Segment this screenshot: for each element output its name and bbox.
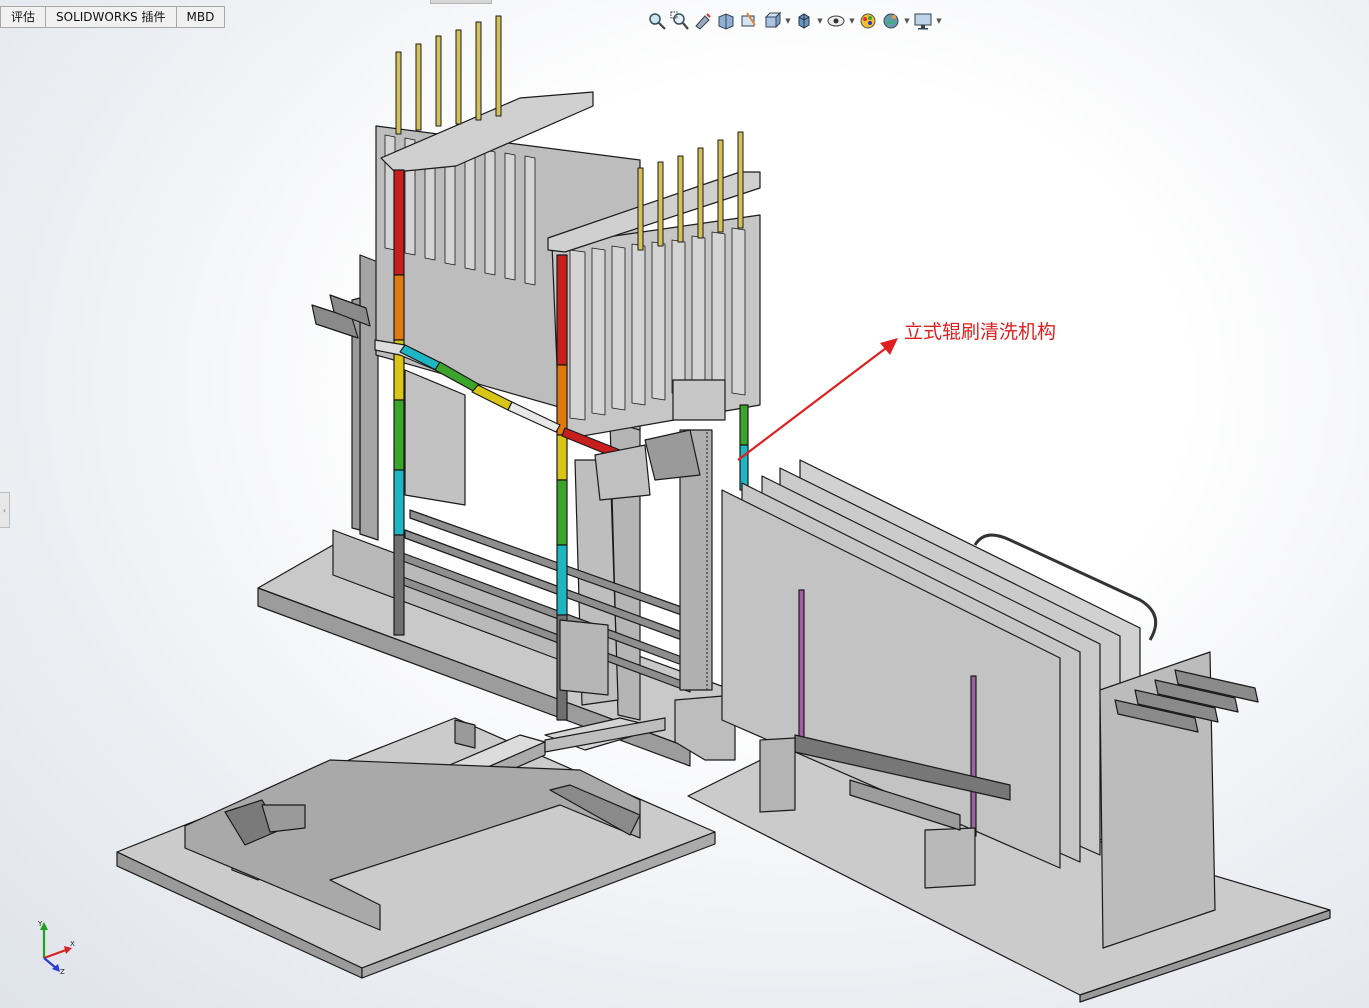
tab-solidworks-addins[interactable]: SOLIDWORKS 插件 (46, 6, 177, 28)
display-style-icon[interactable] (793, 10, 815, 32)
dynamic-annotation-view-icon[interactable] (738, 10, 760, 32)
zoom-to-area-icon[interactable] (669, 10, 691, 32)
view-orientation-icon[interactable] (761, 10, 783, 32)
triad-x-label: X (70, 940, 75, 948)
hide-show-dropdown-icon[interactable]: ▼ (848, 10, 856, 32)
annotation-label: 立式辊刷清洗机构 (904, 321, 1057, 343)
triad-y-label: Y (37, 920, 43, 928)
apply-scene-dropdown-icon[interactable]: ▼ (903, 10, 911, 32)
previous-view-icon[interactable] (692, 10, 714, 32)
view-settings-dropdown-icon[interactable]: ▼ (935, 10, 943, 32)
annotation-arrow (737, 338, 898, 461)
heads-up-view-toolbar: ▼ ▼ ▼ ▼ ▼ (646, 10, 943, 32)
tab-evaluate[interactable]: 评估 (0, 6, 47, 28)
view-settings-icon[interactable] (912, 10, 934, 32)
hide-show-items-icon[interactable] (825, 10, 847, 32)
display-style-dropdown-icon[interactable]: ▼ (816, 10, 824, 32)
tab-mbd[interactable]: MBD (176, 6, 226, 28)
edit-appearance-icon[interactable] (857, 10, 879, 32)
guide-column-left (393, 169, 405, 636)
zoom-to-fit-icon[interactable] (646, 10, 668, 32)
command-manager-tabs: 评估 SOLIDWORKS 插件 MBD (0, 6, 226, 28)
triad-z-label: Z (60, 968, 65, 976)
section-view-icon[interactable] (715, 10, 737, 32)
cad-model-view (116, 15, 1331, 1003)
guide-column-right (739, 404, 749, 491)
apply-scene-icon[interactable] (880, 10, 902, 32)
coordinate-triad: Y X Z (37, 920, 75, 976)
view-orientation-dropdown-icon[interactable]: ▼ (784, 10, 792, 32)
